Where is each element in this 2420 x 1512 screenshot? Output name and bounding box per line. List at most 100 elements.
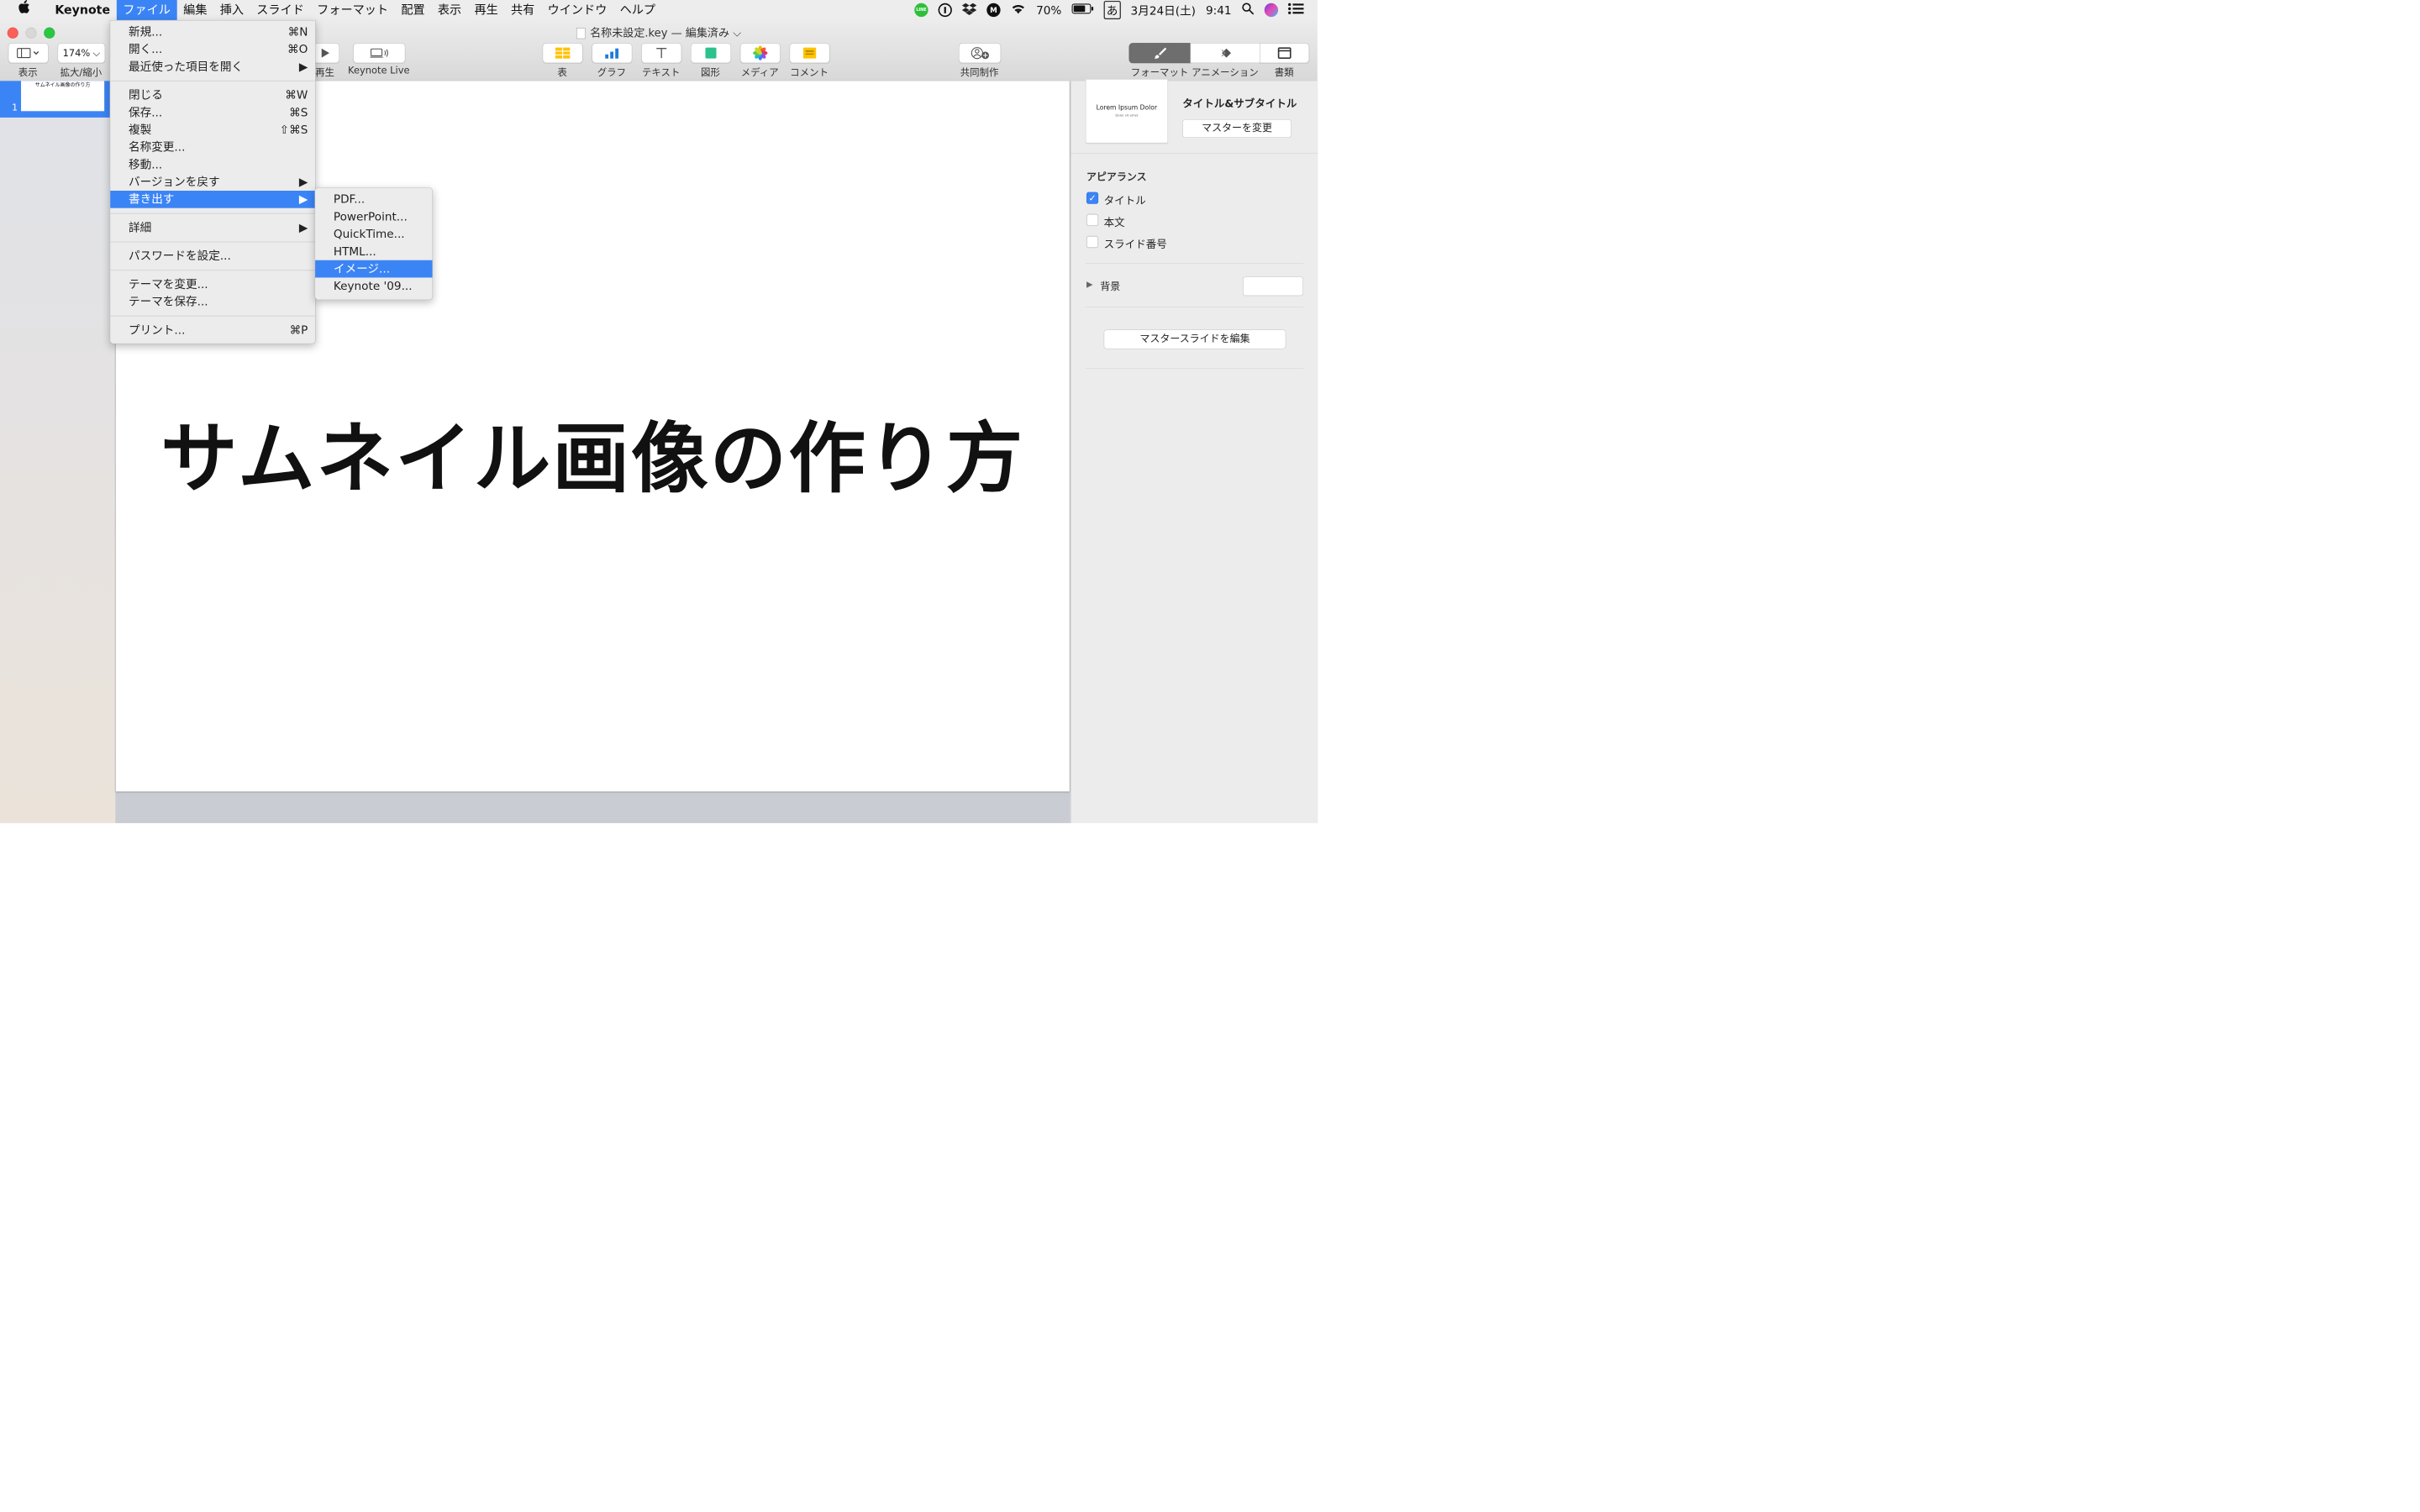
export-quicktime[interactable]: QuickTime... [315,225,432,243]
menu-edit[interactable]: 編集 [177,0,214,20]
edit-master-slide-button[interactable]: マスタースライドを編集 [1103,329,1286,349]
export-html[interactable]: HTML... [315,243,432,260]
chart-icon [605,48,619,59]
play-icon [321,48,329,58]
slide-thumbnail-selected[interactable]: サムネイル画像の作り方 1 [0,81,116,118]
menu-play[interactable]: 再生 [468,0,505,20]
menu-item-open[interactable]: 開く... ⌘O [110,40,315,58]
export-powerpoint[interactable]: PowerPoint... [315,208,432,226]
document-tab[interactable] [1260,43,1310,64]
shape-icon [705,47,717,59]
app-menu[interactable]: Keynote [49,0,117,20]
animation-tab[interactable] [1190,43,1261,64]
master-thumbnail-title: Lorem Ipsum Dolor [1096,104,1158,112]
menu-window[interactable]: ウインドウ [541,0,613,20]
apple-menu-icon[interactable] [0,0,49,20]
menu-arrange[interactable]: 配置 [395,0,432,20]
battery-icon[interactable] [1071,3,1093,17]
document-label: 書類 [1274,66,1294,78]
appearance-heading: アピアランス [1086,171,1147,183]
export-image[interactable]: イメージ... [315,260,433,278]
export-pdf[interactable]: PDF... [315,191,432,208]
menu-item-new[interactable]: 新規... ⌘N [110,24,315,41]
menu-item-revert[interactable]: バージョンを戻す ▶ [110,173,315,191]
photos-icon [753,45,768,60]
chart-label: グラフ [597,66,627,78]
export-keynote09[interactable]: Keynote '09... [315,277,432,295]
chevron-down-icon: ⌵ [92,47,101,59]
collaborate-label: 共同制作 [960,66,999,78]
siri-icon[interactable] [1264,3,1279,18]
menu-slide[interactable]: スライド [250,0,311,20]
comment-label: コメント [790,66,829,78]
shape-button[interactable] [691,43,731,64]
sidebar-view-icon [17,48,39,59]
input-method-icon[interactable]: あ [1103,1,1121,19]
text-button[interactable] [641,43,682,64]
notification-center-icon[interactable] [1288,3,1304,17]
slide-navigator: サムネイル画像の作り方 1 [0,81,116,823]
menu-item-change-theme[interactable]: テーマを変更... [110,276,315,293]
comment-icon [802,47,817,59]
clock-date[interactable]: 3月24日(土) [1131,2,1196,18]
slide-thumbnail-title: サムネイル画像の作り方 [34,81,91,88]
text-icon [656,48,667,59]
slide-title-text[interactable]: サムネイル画像の作り方 [116,396,1070,507]
menu-insert[interactable]: 挿入 [213,0,250,20]
chart-button[interactable] [592,43,633,64]
slide-thumbnail[interactable]: サムネイル画像の作り方 [21,81,105,112]
zoom-select[interactable]: 174% ⌵ [57,43,106,64]
menu-view[interactable]: 表示 [431,0,468,20]
menu-item-save-theme[interactable]: テーマを保存... [110,293,315,311]
disclosure-triangle-icon[interactable]: ▶ [1086,280,1093,289]
dropbox-icon[interactable] [961,3,977,18]
comment-button[interactable] [789,43,830,64]
menu-item-export[interactable]: 書き出す ▶ [110,191,316,208]
master-thumbnail[interactable]: Lorem Ipsum Dolor Dolor sit amet [1085,79,1168,144]
format-tab[interactable] [1128,43,1192,64]
menu-separator [110,213,316,214]
view-button[interactable] [8,43,49,64]
paintbrush-icon [1154,47,1167,59]
body-option-label: 本文 [1103,217,1125,229]
menu-share[interactable]: 共有 [504,0,541,20]
shape-label: 図形 [701,66,720,78]
menu-item-close[interactable]: 閉じる ⌘W [110,87,315,104]
menu-item-duplicate[interactable]: 複製 ⇧⌘S [110,121,315,139]
clock-time[interactable]: 9:41 [1206,3,1232,17]
slide-number-checkbox[interactable] [1086,235,1099,249]
menu-item-open-recent[interactable]: 最近使った項目を開く ▶ [110,58,315,76]
menu-item-advanced[interactable]: 詳細 ▶ [110,219,315,237]
chevron-down-icon[interactable]: ⌵ [733,27,741,39]
master-name: タイトル&サブタイトル [1182,97,1297,110]
menu-item-print[interactable]: プリント... ⌘P [110,322,315,339]
title-option-label: タイトル [1103,194,1146,207]
menu-item-save[interactable]: 保存... ⌘S [110,104,315,122]
menu-format[interactable]: フォーマット [311,0,395,20]
m-app-icon[interactable]: M [986,3,1001,18]
status-area: LINE M 70% あ 3月24日(土) 9:41 [914,0,1304,20]
menu-item-move[interactable]: 移動... [110,156,315,174]
menu-help[interactable]: ヘルプ [613,0,662,20]
media-button[interactable] [739,43,781,64]
menu-item-set-password[interactable]: パスワードを設定... [110,248,315,265]
slide-number-option-label: スライド番号 [1103,239,1167,251]
title-checkbox[interactable]: ✓ [1086,192,1099,204]
window-title: 名称未設定.key — 編集済み [590,26,730,39]
table-button[interactable] [542,43,583,64]
background-color-well[interactable] [1243,276,1303,297]
keynote-live-button[interactable] [353,43,406,64]
change-master-button[interactable]: マスターを変更 [1182,119,1292,138]
menu-file[interactable]: ファイル [116,0,177,20]
onepassword-icon[interactable] [938,3,952,18]
file-menu: 新規... ⌘N 開く... ⌘O 最近使った項目を開く ▶ 閉じる ⌘W 保存... ⌘… [109,19,316,344]
wifi-icon[interactable] [1011,3,1027,17]
divider [1071,153,1318,154]
spotlight-search-icon[interactable] [1242,3,1255,18]
line-icon[interactable]: LINE [914,3,929,18]
body-checkbox[interactable] [1086,213,1099,226]
collaborate-button[interactable] [959,43,1002,64]
divider [1085,368,1303,369]
zoom-label: 拡大/縮小 [60,66,103,78]
menu-item-rename[interactable]: 名称変更... [110,139,315,156]
